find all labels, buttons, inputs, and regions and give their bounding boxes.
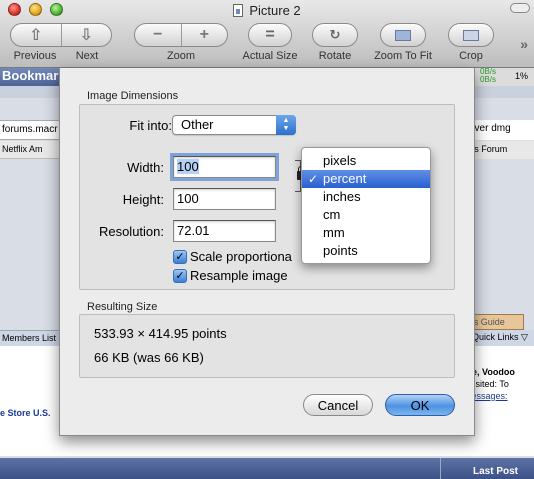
window-titlebar: Picture 2 ⇧ ⇩ Previous Next − + Zoom = A… bbox=[0, 0, 534, 68]
scale-proportionally-label: Scale proportiona bbox=[190, 249, 292, 264]
actual-size-button[interactable]: = bbox=[248, 23, 292, 47]
plus-icon: + bbox=[199, 26, 209, 43]
resulting-size-title: Resulting Size bbox=[87, 301, 158, 313]
last-post-header: Last Post bbox=[472, 466, 518, 477]
fit-into-value: Other bbox=[181, 117, 214, 132]
store-link[interactable]: e Store U.S. bbox=[0, 408, 51, 418]
rotate-label: Rotate bbox=[318, 50, 352, 62]
toolbar-overflow-icon[interactable]: » bbox=[520, 36, 528, 52]
cancel-button[interactable]: Cancel bbox=[303, 394, 373, 416]
menu-item-label: mm bbox=[323, 225, 345, 240]
zoom-out-button[interactable]: − bbox=[135, 24, 181, 46]
width-value: 100 bbox=[177, 159, 199, 174]
crop-icon bbox=[463, 29, 479, 41]
menu-item-inches[interactable]: inches bbox=[302, 188, 430, 206]
next-button[interactable]: ⇩ bbox=[60, 24, 112, 46]
result-dimensions: 533.93 × 414.95 points bbox=[94, 326, 227, 341]
members-list-link[interactable]: Members List bbox=[0, 330, 60, 346]
zoom-to-fit-label: Zoom To Fit bbox=[374, 50, 432, 62]
menu-item-label: inches bbox=[323, 189, 361, 204]
resulting-size-group bbox=[79, 314, 455, 378]
resample-image-checkbox[interactable]: ✓ bbox=[173, 269, 187, 283]
zoom-label: Zoom bbox=[166, 50, 196, 62]
resolution-label: Resolution: bbox=[98, 224, 164, 239]
width-label: Width: bbox=[127, 160, 164, 175]
ok-button[interactable]: OK bbox=[385, 394, 455, 416]
menu-item-label: points bbox=[323, 243, 358, 258]
width-field[interactable]: 100 bbox=[170, 153, 279, 181]
document-icon bbox=[233, 4, 244, 17]
rotate-icon: ↻ bbox=[329, 27, 341, 42]
meter-percent: 1% bbox=[514, 71, 528, 81]
crop-label: Crop bbox=[459, 50, 483, 62]
menu-item-label: pixels bbox=[323, 153, 357, 168]
down-arrow-icon: ⇩ bbox=[79, 27, 93, 44]
resolution-field[interactable]: 72.01 bbox=[173, 220, 276, 242]
previous-label: Previous bbox=[13, 50, 57, 62]
window-title: Picture 2 bbox=[0, 3, 534, 18]
image-dimensions-title: Image Dimensions bbox=[87, 90, 179, 102]
checkmark-icon: ✓ bbox=[308, 172, 319, 186]
zoom-in-button[interactable]: + bbox=[180, 24, 228, 46]
equals-icon: = bbox=[265, 26, 275, 43]
zoom-to-fit-icon bbox=[395, 29, 411, 41]
height-label: Height: bbox=[122, 192, 164, 207]
menu-item-pixels[interactable]: pixels bbox=[302, 152, 430, 170]
unit-popup-menu: pixels ✓ percent inches cm mm points bbox=[301, 147, 431, 264]
menu-item-points[interactable]: points bbox=[302, 242, 430, 260]
minus-icon: − bbox=[153, 26, 163, 43]
network-meter: 0B/s 0B/s 1% bbox=[474, 68, 534, 86]
menu-item-label: percent bbox=[323, 171, 367, 186]
scale-proportionally-checkbox[interactable]: ✓ bbox=[173, 250, 187, 264]
menu-item-percent[interactable]: ✓ percent bbox=[302, 170, 430, 188]
window-title-text: Picture 2 bbox=[249, 3, 301, 18]
zoom-to-fit-button[interactable] bbox=[380, 23, 426, 47]
crop-button[interactable] bbox=[448, 23, 494, 47]
resolution-value: 72.01 bbox=[177, 223, 210, 238]
fit-into-label: Fit into: bbox=[129, 118, 172, 133]
menu-item-mm[interactable]: mm bbox=[302, 224, 430, 242]
previous-next-control: ⇧ ⇩ bbox=[10, 23, 112, 47]
next-label: Next bbox=[75, 50, 99, 62]
rotate-button[interactable]: ↻ bbox=[312, 23, 358, 47]
result-file-size: 66 KB (was 66 KB) bbox=[94, 350, 204, 365]
zoom-control: − + bbox=[134, 23, 228, 47]
height-value: 100 bbox=[177, 191, 199, 206]
popup-arrows-icon: ▲ ▼ bbox=[276, 115, 296, 135]
height-field[interactable]: 100 bbox=[173, 188, 276, 210]
fit-into-popup[interactable]: Other ▲ ▼ bbox=[172, 115, 296, 135]
menu-item-label: cm bbox=[323, 207, 341, 222]
toolbar-toggle-button[interactable] bbox=[510, 3, 530, 13]
resample-image-label: Resample image bbox=[190, 268, 288, 283]
menu-item-cm[interactable]: cm bbox=[302, 206, 430, 224]
up-arrow-icon: ⇧ bbox=[29, 27, 43, 44]
previous-button[interactable]: ⇧ bbox=[11, 24, 61, 46]
quick-links-menu[interactable]: Quick Links ▽ bbox=[470, 330, 534, 346]
actual-size-label: Actual Size bbox=[242, 50, 298, 62]
